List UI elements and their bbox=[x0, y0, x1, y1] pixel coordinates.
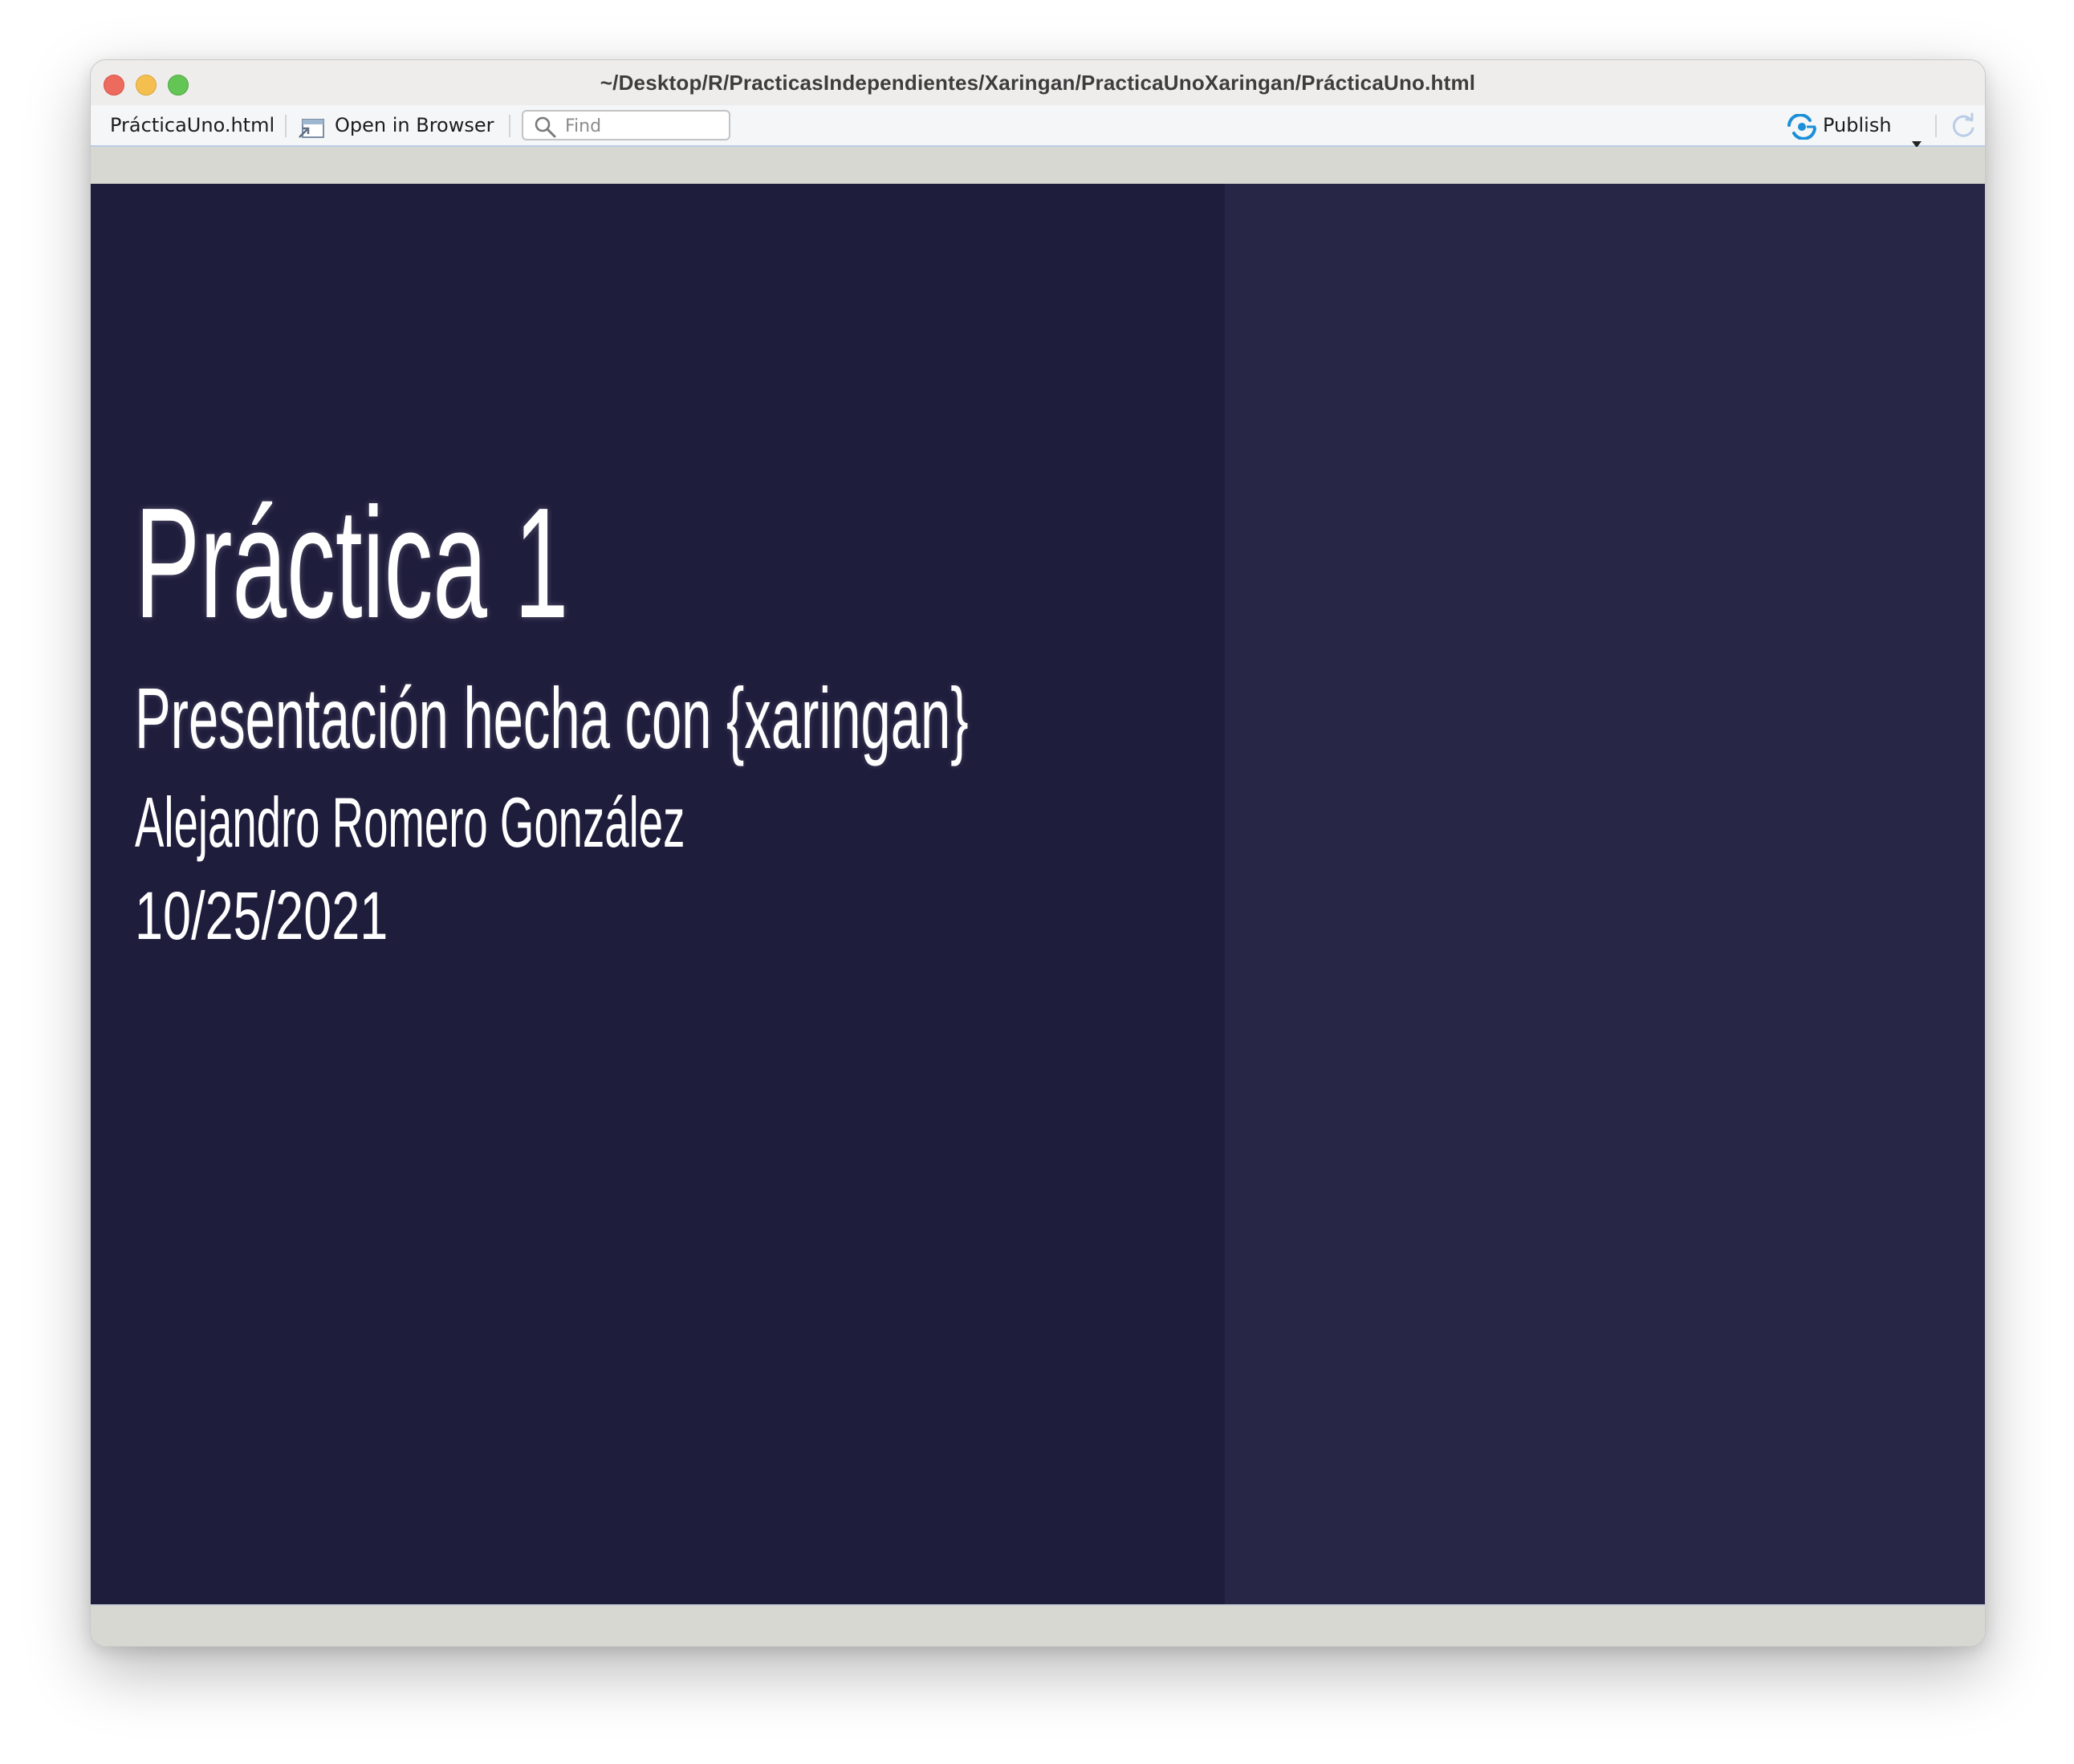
publish-button[interactable]: Publish bbox=[1786, 105, 1946, 148]
refresh-icon[interactable] bbox=[1950, 112, 1977, 140]
chevron-down-icon[interactable] bbox=[1911, 122, 1922, 148]
browser-window-icon bbox=[298, 114, 325, 138]
find-input[interactable] bbox=[565, 115, 722, 137]
publish-label: Publish bbox=[1823, 114, 1892, 136]
slide-title: Práctica 1 bbox=[135, 475, 569, 651]
find-field[interactable] bbox=[522, 110, 730, 140]
slide-subtitle: Presentación hecha con {xaringan} bbox=[135, 669, 969, 766]
search-icon bbox=[533, 115, 557, 139]
toolbar-divider bbox=[1935, 115, 1937, 137]
toolbar-divider bbox=[285, 115, 287, 137]
publish-icon bbox=[1786, 113, 1818, 140]
window-title: ~/Desktop/R/PracticasIndependientes/Xari… bbox=[600, 71, 1476, 95]
title-bar[interactable]: ~/Desktop/R/PracticasIndependientes/Xari… bbox=[91, 60, 1985, 105]
viewer-top-margin bbox=[91, 147, 1985, 184]
slide-date: 10/25/2021 bbox=[135, 878, 388, 953]
open-in-browser-label: Open in Browser bbox=[335, 114, 494, 136]
slide-area[interactable]: Práctica 1 Presentación hecha con {xarin… bbox=[91, 184, 1225, 1604]
slide-side-panel bbox=[1225, 184, 1985, 1604]
slide-author: Alejandro Romero González bbox=[135, 782, 685, 862]
viewer-window: ~/Desktop/R/PracticasIndependientes/Xari… bbox=[90, 59, 1986, 1647]
viewer-bottom-margin bbox=[91, 1604, 1985, 1646]
toolbar-divider bbox=[509, 115, 510, 137]
viewer-toolbar: PrácticaUno.html Open in Browser Find Pu… bbox=[91, 105, 1985, 148]
file-name-label: PrácticaUno.html bbox=[110, 114, 275, 136]
